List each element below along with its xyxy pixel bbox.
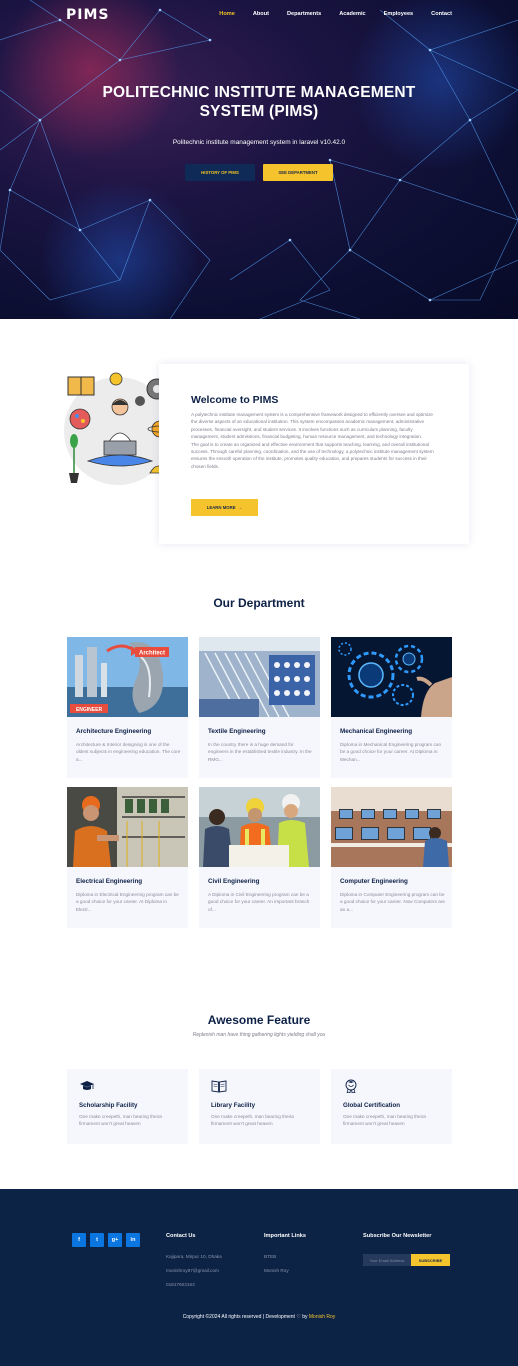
site-logo[interactable]: PIMS	[66, 7, 109, 23]
feature-card: Library Facility One make creepeth, man …	[199, 1069, 320, 1144]
welcome-paragraph-1: A polytechnic institute management syste…	[191, 412, 433, 440]
feature-section-title: Awesome Feature	[207, 1013, 311, 1027]
department-desc: A Diploma in Civil Engineering program c…	[208, 892, 310, 912]
feature-name: Scholarship Facility	[79, 1102, 138, 1109]
hero-title-line1: POLITECHNIC INSTITUTE MANAGEMENT	[102, 84, 416, 101]
graduation-cap-icon	[80, 1081, 94, 1090]
facebook-icon[interactable]: f	[72, 1233, 86, 1247]
department-card[interactable]: Electrical Engineering Diploma in Electr…	[67, 787, 188, 928]
department-name[interactable]: Mechanical Engineering	[340, 728, 412, 735]
department-name[interactable]: Civil Engineering	[208, 878, 259, 885]
department-desc: Diploma in Computer Engineering program …	[340, 892, 445, 912]
department-desc: Diploma in Mechanical Engineering progra…	[340, 742, 442, 762]
contact-title: Contact Us	[166, 1233, 196, 1239]
newsletter-title: Subscribe Our Newsletter	[363, 1233, 432, 1239]
feature-desc: One make creepeth, man bearing theira fi…	[211, 1114, 294, 1127]
department-name[interactable]: Computer Engineering	[340, 878, 408, 885]
main-menu: Home About Departments Academic Employee…	[201, 11, 452, 17]
newsletter-email-input[interactable]: Your Email Address	[363, 1254, 411, 1266]
feature-card: Scholarship Facility One make creepeth, …	[67, 1069, 188, 1144]
civil-image	[199, 787, 320, 867]
nav-employees[interactable]: Employees	[384, 11, 414, 17]
hero-subtitle: Politechnic institute management system …	[172, 139, 346, 146]
important-links-title: Important Links	[264, 1233, 306, 1239]
top-navbar: PIMS Home About Departments Academic Emp…	[0, 0, 518, 28]
mechanical-image	[331, 637, 452, 717]
hero-title-line2: SYSTEM (PIMS)	[199, 103, 319, 120]
twitter-icon[interactable]: t	[90, 1233, 104, 1247]
architecture-image: Architect ENGINEER	[67, 637, 188, 717]
nav-about[interactable]: About	[253, 11, 269, 17]
department-desc: Architecture & Interior designing is one…	[76, 742, 181, 762]
nav-departments[interactable]: Departments	[287, 11, 321, 17]
nav-contact[interactable]: Contact	[431, 11, 452, 17]
copyright-text: Copyright ©2024 All rights reserved | De…	[0, 1314, 518, 1320]
department-name[interactable]: Textile Engineering	[208, 728, 266, 735]
feature-name: Library Facility	[211, 1102, 256, 1109]
footer: f t g+ in Contact Us Kajipara, Mirpur 10…	[0, 1189, 518, 1366]
link-bteb[interactable]: BTEB	[264, 1254, 276, 1259]
arrow-right-icon: →	[237, 505, 243, 510]
department-card[interactable]: Computer Engineering Diploma in Computer…	[331, 787, 452, 928]
network-background	[0, 0, 518, 319]
electrical-image	[67, 787, 188, 867]
author-link[interactable]: Monish Roy	[309, 1314, 335, 1320]
nav-home[interactable]: Home	[219, 11, 235, 17]
welcome-paragraph-2: The goal is to create an organized and e…	[191, 441, 434, 469]
heart-icon: ♡	[296, 1314, 301, 1320]
department-card[interactable]: Architect ENGINEER Architecture Engineer…	[67, 637, 188, 778]
welcome-card: Welcome to PIMS A polytechnic institute …	[159, 364, 469, 544]
feature-desc: One make creepeth, man bearing theira fi…	[79, 1114, 162, 1127]
department-desc: Diploma in Electrical Engineering progra…	[76, 892, 179, 912]
contact-address: Kajipara, Mirpur 10, Dhaka	[166, 1254, 222, 1259]
google-plus-icon[interactable]: g+	[108, 1233, 122, 1247]
department-card[interactable]: Textile Engineering In the country there…	[199, 637, 320, 778]
feature-card: Global Certification One make creepeth, …	[331, 1069, 452, 1144]
student-laptop-illustration	[64, 372, 173, 485]
architect-tag: Architect	[139, 651, 165, 657]
welcome-section: Welcome to PIMS A polytechnic institute …	[0, 319, 518, 569]
hero-buttons: HISTORY OF PIMS SEE DEPARTMENT	[0, 164, 518, 181]
welcome-text: A polytechnic institute management syste…	[191, 411, 435, 470]
social-links: f t g+ in	[72, 1233, 140, 1247]
nav-academic[interactable]: Academic	[339, 11, 365, 17]
department-name[interactable]: Architecture Engineering	[76, 728, 151, 735]
hero-title: POLITECHNIC INSTITUTE MANAGEMENT SYSTEM …	[60, 83, 458, 121]
subscribe-button[interactable]: SUBSCRIBE	[411, 1254, 450, 1266]
engineer-tag: ENGINEER	[76, 707, 103, 713]
contact-phone[interactable]: 01817603163	[166, 1282, 195, 1287]
department-card[interactable]: Civil Engineering A Diploma in Civil Eng…	[199, 787, 320, 928]
learn-more-button[interactable]: LEARN MORE →	[191, 499, 258, 516]
contact-email[interactable]: monishroy87@gmail.com	[166, 1268, 219, 1273]
department-section-title: Our Department	[213, 596, 305, 610]
department-desc: In the country there is a huge demand fo…	[208, 742, 312, 762]
welcome-title: Welcome to PIMS	[191, 394, 279, 406]
feature-desc: One make creepeth, man bearing theira fi…	[343, 1114, 426, 1127]
copyright-by: by	[302, 1314, 308, 1320]
feature-name: Global Certification	[343, 1102, 401, 1109]
textile-image	[199, 637, 320, 717]
learn-more-label: LEARN MORE	[206, 505, 236, 510]
feature-section-subtitle: Replenish man have thing gathering light…	[192, 1032, 326, 1038]
book-icon	[211, 1080, 227, 1093]
history-button[interactable]: HISTORY OF PIMS	[185, 164, 255, 181]
hero-section: PIMS Home About Departments Academic Emp…	[0, 0, 518, 319]
linkedin-icon[interactable]: in	[126, 1233, 140, 1247]
certificate-icon	[345, 1079, 357, 1093]
copyright-prefix: Copyright ©2024 All rights reserved | De…	[182, 1314, 295, 1320]
department-name[interactable]: Electrical Engineering	[76, 878, 142, 885]
computer-lab-image	[331, 787, 452, 867]
link-monish-roy[interactable]: Monish Roy	[264, 1268, 289, 1273]
department-card[interactable]: Mechanical Engineering Diploma in Mechan…	[331, 637, 452, 778]
see-department-button[interactable]: SEE DEPARTMENT	[263, 164, 333, 181]
